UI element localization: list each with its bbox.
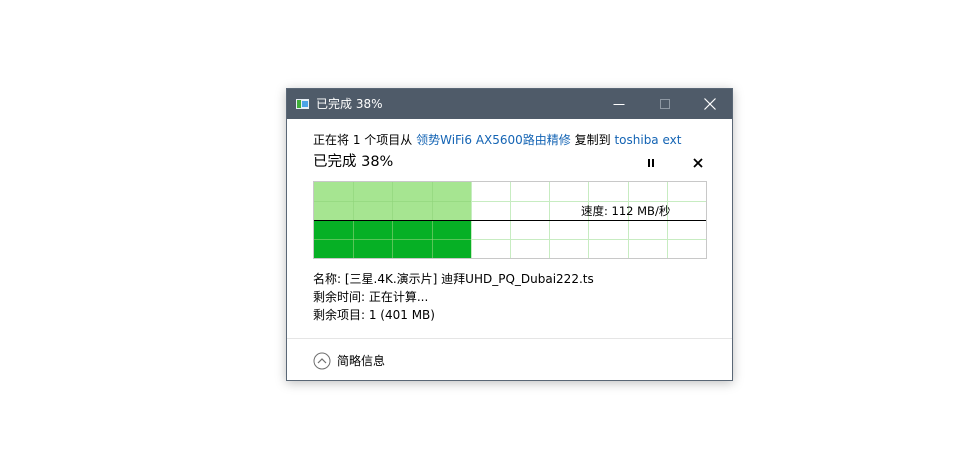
cancel-icon <box>693 158 703 168</box>
speed-graph <box>313 181 707 259</box>
file-copy-icon <box>296 99 309 109</box>
desc-prefix: 正在将 1 个项目从 <box>313 133 417 147</box>
close-icon <box>704 98 716 110</box>
items-remaining-line: 剩余项目: 1 (401 MB) <box>313 308 435 322</box>
maximize-button <box>642 89 688 119</box>
window-title: 已完成 38% <box>316 97 383 111</box>
footer-divider <box>287 338 732 339</box>
close-button[interactable] <box>687 89 733 119</box>
copy-progress-dialog: 已完成 38% 正在将 1 个项目从 领势WiFi6 AX5600路由精修 复制… <box>286 88 733 381</box>
speed-label: 速度: 112 MB/秒 <box>581 204 671 218</box>
chevron-up-circle-icon <box>313 352 331 370</box>
destination-link[interactable]: toshiba ext <box>614 133 681 147</box>
minimize-button[interactable] <box>596 89 642 119</box>
maximize-icon <box>660 99 670 109</box>
cancel-button[interactable] <box>687 152 709 174</box>
source-link[interactable]: 领势WiFi6 AX5600路由精修 <box>416 133 571 147</box>
time-remaining-line: 剩余时间: 正在计算... <box>313 290 429 304</box>
title-bar[interactable]: 已完成 38% <box>287 89 732 119</box>
fewer-details-label: 简略信息 <box>337 354 386 368</box>
desc-middle: 复制到 <box>570 133 615 147</box>
minimize-icon <box>613 104 625 105</box>
file-name-line: 名称: [三星.4K.演示片] 迪拜UHD_PQ_Dubai222.ts <box>313 272 594 286</box>
pause-icon <box>648 159 654 167</box>
fewer-details-toggle[interactable]: 简略信息 <box>313 351 385 371</box>
speed-graph-canvas <box>314 182 706 258</box>
percent-complete-label: 已完成 38% <box>313 154 394 170</box>
pause-button[interactable] <box>640 152 662 174</box>
transfer-description: 正在将 1 个项目从 领势WiFi6 AX5600路由精修 复制到 toshib… <box>313 132 681 148</box>
